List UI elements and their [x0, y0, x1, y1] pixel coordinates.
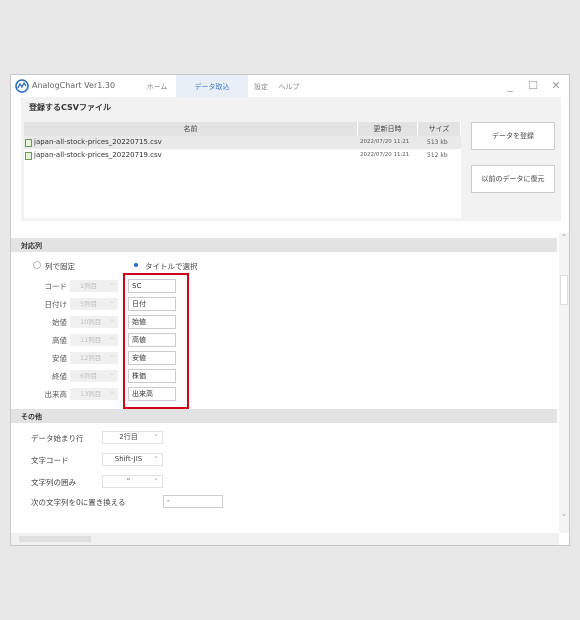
mapping-section-header: 対応列 — [11, 238, 557, 252]
app-window: AnalogChart Ver1.30 ホーム データ取込 設定 ヘルプ _ ☐… — [10, 74, 570, 546]
title-bar: AnalogChart Ver1.30 ホーム データ取込 設定 ヘルプ _ ☐… — [11, 75, 569, 97]
mapping-label-high: 高値 — [52, 336, 67, 345]
header-name[interactable]: 名前 — [24, 122, 358, 136]
file-size: 513 kb — [427, 139, 448, 146]
mapping-label-volume: 出来高 — [44, 390, 68, 399]
close-button[interactable]: ✕ — [549, 79, 563, 93]
file-updated: 2022/07/20 11:21 — [360, 152, 410, 158]
file-row[interactable]: japan-all-stock-prices_20220715.csv 2022… — [24, 136, 461, 149]
mapping-label-open: 始値 — [52, 318, 67, 327]
scroll-down-icon[interactable]: ⌄ — [559, 509, 569, 519]
file-table: 名前 更新日時 サイズ japan-all-stock-prices_20220… — [24, 122, 461, 218]
header-size[interactable]: サイズ — [418, 122, 461, 136]
other-section-title: その他 — [21, 413, 42, 421]
horizontal-scrollbar[interactable] — [11, 533, 559, 545]
app-logo-icon — [15, 79, 29, 93]
app-title: AnalogChart Ver1.30 — [32, 81, 116, 90]
radio-fixed-column[interactable] — [33, 261, 41, 269]
register-data-button[interactable]: データを登録 — [471, 122, 555, 150]
csv-file-icon — [25, 139, 32, 147]
column-select-high[interactable]: 11列目 — [70, 331, 118, 346]
minimize-button[interactable]: _ — [503, 79, 517, 93]
vertical-scroll-thumb[interactable] — [560, 275, 568, 305]
encoding-label: 文字コード — [31, 456, 69, 465]
quote-select[interactable]: " — [102, 473, 163, 488]
quote-label: 文字列の囲み — [31, 478, 76, 487]
column-select-volume[interactable]: 13列目 — [70, 385, 118, 400]
radio-select-by-title[interactable] — [132, 261, 140, 269]
maximize-button[interactable]: ☐ — [526, 79, 540, 93]
restore-data-button[interactable]: 以前のデータに復元 — [471, 165, 555, 193]
file-row[interactable]: japan-all-stock-prices_20220719.csv 2022… — [24, 149, 461, 162]
tab-data-import[interactable]: データ取込 — [176, 75, 248, 97]
other-section-header: その他 — [11, 409, 557, 423]
column-select-close[interactable]: 6列目 — [70, 367, 118, 382]
file-name: japan-all-stock-prices_20220715.csv — [34, 138, 162, 146]
tab-settings[interactable]: 設定 — [248, 75, 274, 97]
radio-select-by-title-label: タイトルで選択 — [145, 262, 198, 271]
csv-file-icon — [25, 152, 32, 160]
mapping-section-title: 対応列 — [21, 242, 42, 250]
mapping-label-code: コード — [44, 282, 68, 291]
file-updated: 2022/07/20 11:21 — [360, 139, 410, 145]
file-size: 512 kb — [427, 152, 448, 159]
mapping-label-close: 終値 — [52, 372, 67, 381]
tab-help[interactable]: ヘルプ — [274, 75, 304, 97]
tab-home[interactable]: ホーム — [137, 75, 177, 97]
horizontal-scroll-thumb[interactable] — [19, 536, 91, 542]
header-updated[interactable]: 更新日時 — [358, 122, 418, 136]
column-select-low[interactable]: 12列目 — [70, 349, 118, 364]
csv-section-title: 登録するCSVファイル — [29, 103, 111, 112]
radio-fixed-column-label: 列で固定 — [45, 262, 75, 271]
vertical-scrollbar[interactable]: ⌃ ⌄ — [559, 233, 569, 533]
replace-label: 次の文字列を0に置き換える — [31, 498, 126, 507]
mapping-label-low: 安値 — [52, 354, 67, 363]
encoding-select[interactable]: Shift-JIS — [102, 451, 163, 466]
column-select-open[interactable]: 10列目 — [70, 313, 118, 328]
scroll-up-icon[interactable]: ⌃ — [559, 233, 569, 243]
data-start-select[interactable]: 2行目 — [102, 429, 163, 444]
highlight-box — [123, 273, 189, 409]
data-start-label: データ始まり行 — [31, 434, 84, 443]
settings-pane: 対応列 列で固定 タイトルで選択 コード 1列目 SC 日付け 5列目 日付 始… — [11, 233, 559, 533]
file-name: japan-all-stock-prices_20220719.csv — [34, 151, 162, 159]
mapping-label-date: 日付け — [44, 300, 68, 309]
replace-input[interactable]: - — [163, 495, 223, 508]
column-select-date[interactable]: 5列目 — [70, 295, 118, 310]
column-select-code[interactable]: 1列目 — [70, 277, 118, 292]
